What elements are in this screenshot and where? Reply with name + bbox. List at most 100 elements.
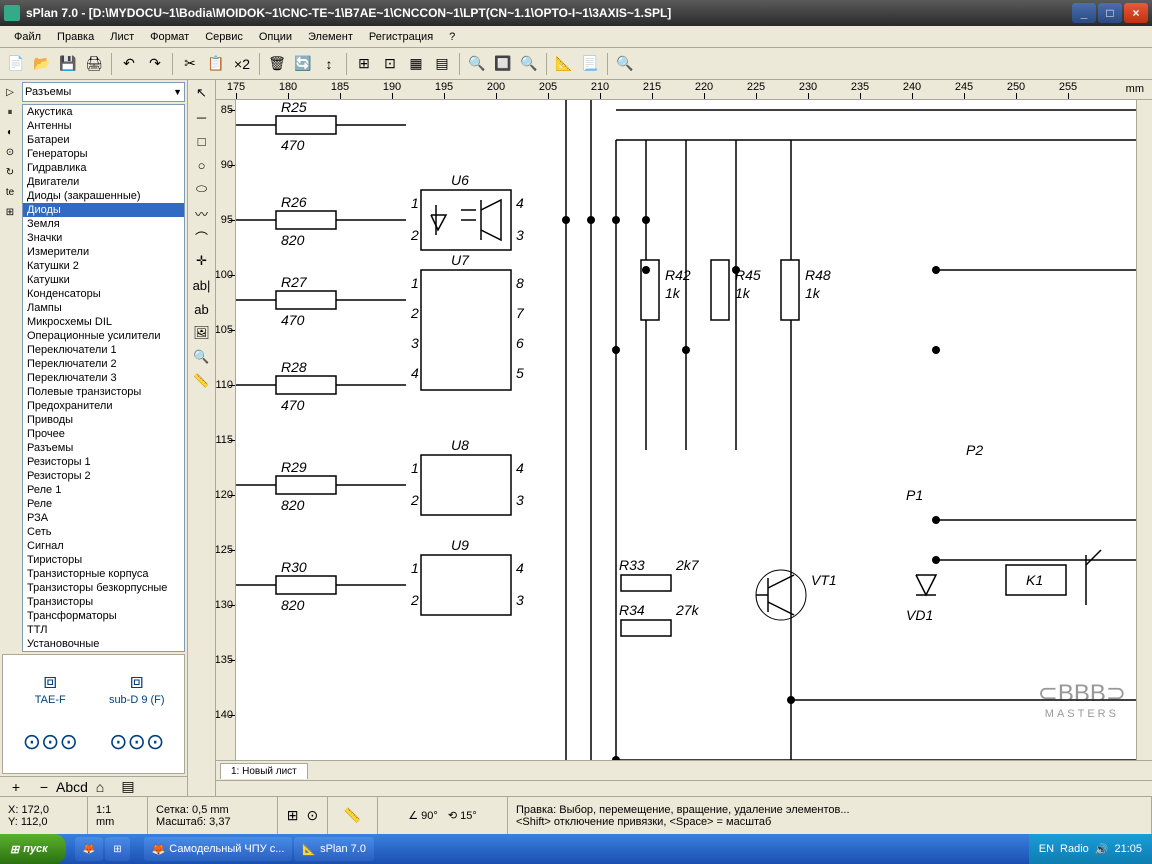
category-item[interactable]: Измерители [23,245,184,259]
category-item[interactable]: Катушки [23,273,184,287]
category-item[interactable]: Тиристоры [23,553,184,567]
category-item[interactable]: Антенны [23,119,184,133]
category-item[interactable]: Диоды (закрашенные) [23,189,184,203]
quicklaunch-item[interactable]: 🦊 [75,837,103,861]
category-item[interactable]: Транзисторы безкорпусные [23,581,184,595]
menu-регистрация[interactable]: Регистрация [361,28,441,46]
menu-формат[interactable]: Формат [142,28,197,46]
menu-?[interactable]: ? [441,28,463,46]
lib-tool-icon[interactable]: ↻ [1,163,19,181]
tray-radio[interactable]: Radio [1060,843,1089,855]
toolbar-button[interactable]: 🖨 [82,52,106,76]
grid-icon[interactable]: ▤ [116,775,140,797]
toolbar-button[interactable]: 🗑 [265,52,289,76]
lib-tool-icon[interactable]: te [1,183,19,201]
toolbar-button[interactable]: ⊡ [378,52,402,76]
category-item[interactable]: Транзисторы [23,595,184,609]
category-item[interactable]: Операционные усилители [23,329,184,343]
menu-правка[interactable]: Правка [49,28,102,46]
zoom-in-icon[interactable]: + [4,775,28,797]
category-item[interactable]: Батареи [23,133,184,147]
toolbar-button[interactable]: ✂ [178,52,202,76]
draw-tool-button[interactable]: ─ [190,106,214,128]
taskbar-item[interactable]: 📐sPlan 7.0 [294,837,374,861]
schematic-canvas[interactable]: R25470 R26820 R27470 R2847 [236,100,1136,760]
grid-toggle-icon[interactable]: ⊞ [286,804,300,828]
draw-tool-button[interactable]: ab [190,298,214,320]
category-item[interactable]: Резисторы 2 [23,469,184,483]
quicklaunch-item[interactable]: ⊞ [105,837,129,861]
lib-tool-icon[interactable]: ▷ [1,83,19,101]
preview-item[interactable]: ⧈sub-D 9 (F) [102,666,172,708]
draw-tool-button[interactable]: ab| [190,274,214,296]
lib-tool-icon[interactable]: ⏸ [1,103,19,121]
tray-lang[interactable]: EN [1039,843,1054,855]
category-item[interactable]: Транзисторные корпуса [23,567,184,581]
category-item[interactable]: Диоды [23,203,184,217]
toolbar-button[interactable]: 📃 [578,52,602,76]
category-item[interactable]: Резисторы 1 [23,455,184,469]
horizontal-scrollbar[interactable] [216,780,1152,796]
category-dropdown[interactable]: Разъемы ▼ [22,82,185,102]
snap-toggle-icon[interactable]: ⊙ [306,804,320,828]
category-item[interactable]: Трансформаторы [23,609,184,623]
category-item[interactable]: Разъемы [23,441,184,455]
toolbar-button[interactable]: ↷ [143,52,167,76]
toolbar-button[interactable]: 📐 [552,52,576,76]
category-list[interactable]: АкустикаАнтенныБатареиГенераторыГидравли… [22,104,185,652]
toolbar-button[interactable]: ↶ [117,52,141,76]
preview-item[interactable]: ⧈TAE-F [15,666,85,708]
toolbar-button[interactable]: ▦ [404,52,428,76]
category-item[interactable]: Сеть [23,525,184,539]
toolbar-button[interactable]: 🔲 [491,52,515,76]
zoom-out-icon[interactable]: − [32,775,56,797]
menu-сервис[interactable]: Сервис [197,28,251,46]
category-item[interactable]: Цифр.: Логика [23,651,184,652]
draw-tool-button[interactable]: ⌒ [190,226,214,248]
category-item[interactable]: Земля [23,217,184,231]
sheet-tab[interactable]: 1: Новый лист [220,763,308,779]
start-button[interactable]: ⊞ пуск [0,834,66,864]
toolbar-button[interactable]: ⊞ [352,52,376,76]
category-item[interactable]: Переключатели 3 [23,371,184,385]
category-item[interactable]: Акустика [23,105,184,119]
category-item[interactable]: Конденсаторы [23,287,184,301]
category-item[interactable]: Сигнал [23,539,184,553]
category-item[interactable]: Двигатели [23,175,184,189]
draw-tool-button[interactable]: □ [190,130,214,152]
lib-tool-icon[interactable]: ◐ [1,123,19,141]
close-button[interactable]: × [1124,3,1148,23]
category-item[interactable]: Установочные [23,637,184,651]
label-toggle-icon[interactable]: Abcd [60,775,84,797]
preview-item[interactable]: ⊙⊙⊙ [102,721,172,763]
category-item[interactable]: Приводы [23,413,184,427]
toolbar-button[interactable]: 🔍 [465,52,489,76]
taskbar-item[interactable]: 🦊Самодельный ЧПУ с... [144,837,293,861]
category-item[interactable]: ТТЛ [23,623,184,637]
tray-volume-icon[interactable]: 🔊 [1095,843,1109,856]
draw-tool-button[interactable]: ○ [190,154,214,176]
menu-элемент[interactable]: Элемент [300,28,361,46]
preview-item[interactable]: ⊙⊙⊙ [15,721,85,763]
draw-tool-button[interactable]: 🖼 [190,322,214,344]
category-item[interactable]: Реле 1 [23,483,184,497]
menu-опции[interactable]: Опции [251,28,300,46]
vertical-scrollbar[interactable] [1136,100,1152,760]
draw-tool-button[interactable]: 📏 [190,370,214,392]
draw-tool-button[interactable]: ↖ [190,82,214,104]
menu-лист[interactable]: Лист [102,28,142,46]
draw-tool-button[interactable]: 〰 [190,202,214,224]
category-item[interactable]: РЗА [23,511,184,525]
category-item[interactable]: Прочее [23,427,184,441]
lib-tool-icon[interactable]: ⊙ [1,143,19,161]
maximize-button[interactable]: □ [1098,3,1122,23]
toolbar-button[interactable]: ×2 [230,52,254,76]
ruler-toggle-icon[interactable]: 📏 [341,804,365,828]
category-item[interactable]: Предохранители [23,399,184,413]
category-item[interactable]: Переключатели 1 [23,343,184,357]
category-item[interactable]: Катушки 2 [23,259,184,273]
toolbar-button[interactable]: 📄 [4,52,28,76]
toolbar-button[interactable]: 📂 [30,52,54,76]
minimize-button[interactable]: _ [1072,3,1096,23]
category-item[interactable]: Переключатели 2 [23,357,184,371]
